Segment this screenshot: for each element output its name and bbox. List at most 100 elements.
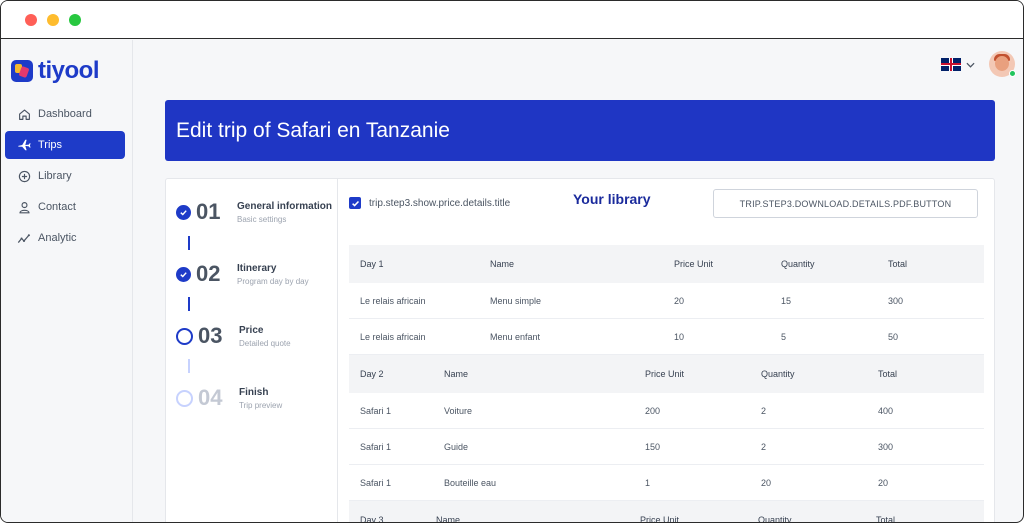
maximize-window-button[interactable]	[69, 14, 81, 26]
column-header: Day 2	[360, 369, 384, 379]
checkbox-checked-icon[interactable]	[349, 197, 361, 209]
column-header: Total	[876, 515, 896, 523]
table-cell: 300	[888, 295, 904, 306]
table-header-row: Day 1 Name Price Unit Quantity Total	[349, 245, 984, 283]
trip-editor-card: 01 General information Basic settings 02…	[165, 178, 995, 523]
price-table: Day 1 Name Price Unit Quantity Total Le …	[349, 245, 984, 523]
nav-label-trips: Trips	[38, 139, 63, 151]
column-header: Day 1	[360, 259, 384, 269]
nav-item-library[interactable]: Library	[5, 162, 125, 190]
nav-label-library: Library	[38, 170, 72, 182]
minimize-window-button[interactable]	[47, 14, 59, 26]
step-connector	[188, 359, 190, 373]
table-header-row: Day 2 Name Price Unit Quantity Total	[349, 355, 984, 393]
step-number: 03	[198, 323, 223, 348]
home-icon	[17, 107, 31, 121]
step-number: 04	[198, 385, 223, 410]
column-header: Price Unit	[640, 515, 680, 523]
table-cell: 20	[878, 477, 889, 488]
brand-name: tiyool	[38, 57, 100, 84]
table-cell: 5	[781, 331, 787, 342]
table-row: Safari 1 Guide 150 2 300	[349, 429, 984, 465]
table-cell: Menu simple	[490, 295, 542, 306]
column-header: Day 3	[360, 515, 384, 523]
nav-item-trips[interactable]: Trips	[5, 131, 125, 159]
table-row: Le relais africain Menu enfant 10 5 50	[349, 319, 984, 355]
table-cell: 20	[674, 295, 685, 306]
step-subtitle: Basic settings	[237, 214, 287, 224]
close-window-button[interactable]	[25, 14, 37, 26]
chart-line-icon	[17, 231, 31, 245]
table-cell: 50	[888, 331, 899, 342]
sidebar: tiyool Dashboard Trips Library Contact A…	[1, 40, 133, 522]
avatar[interactable]	[989, 51, 1016, 77]
step-title: General information	[237, 200, 333, 212]
table-cell: Voiture	[444, 405, 473, 416]
download-pdf-button[interactable]: TRIP.STEP3.DOWNLOAD.DETAILS.PDF.BUTTON	[713, 189, 978, 218]
step-title: Itinerary	[237, 262, 277, 274]
step-connector	[188, 236, 190, 250]
page-header: Edit trip of Safari en Tanzanie	[165, 100, 995, 161]
column-header: Total	[878, 369, 898, 379]
nav-item-dashboard[interactable]: Dashboard	[5, 100, 125, 128]
table-cell: Le relais africain	[360, 295, 426, 306]
table-cell: 200	[645, 405, 661, 416]
column-header: Price Unit	[645, 369, 685, 379]
step-connector	[188, 297, 190, 311]
column-header: Quantity	[761, 369, 795, 379]
column-header: Name	[490, 259, 515, 269]
table-cell: 300	[878, 441, 894, 452]
nav-item-contact[interactable]: Contact	[5, 193, 125, 221]
step-finish[interactable]: 04 Finish Trip preview	[176, 385, 282, 411]
step-number: 02	[196, 261, 221, 286]
step-title: Price	[239, 324, 264, 336]
column-header: Quantity	[758, 515, 792, 523]
table-cell: Guide	[444, 441, 469, 452]
logo-mark-icon	[11, 60, 33, 82]
table-cell: 2	[761, 441, 767, 452]
chevron-down-icon[interactable]	[966, 55, 975, 73]
table-cell: 1	[645, 477, 651, 488]
table-cell: 2	[761, 405, 767, 416]
table-row: Safari 1 Voiture 200 2 400	[349, 393, 984, 429]
nav-item-analytic[interactable]: Analytic	[5, 224, 125, 252]
current-step-circle-icon	[176, 327, 193, 345]
online-status-icon	[1009, 70, 1016, 77]
table-cell: 400	[878, 405, 894, 416]
table-cell: Safari 1	[360, 477, 392, 488]
window-titlebar	[1, 1, 1023, 39]
brand-logo[interactable]: tiyool	[11, 57, 100, 84]
column-header: Total	[888, 259, 908, 269]
checkbox-label: trip.step3.show.price.details.title	[369, 197, 511, 209]
table-row: Safari 1 Bouteille eau 1 20 20	[349, 465, 984, 501]
step-subtitle: Trip preview	[239, 400, 283, 410]
check-circle-icon	[176, 204, 191, 220]
step-price[interactable]: 03 Price Detailed quote	[176, 323, 291, 349]
nav-label-contact: Contact	[38, 201, 76, 213]
check-circle-icon	[176, 266, 191, 282]
price-step-content: trip.step3.show.price.details.title TRIP…	[349, 179, 989, 523]
library-drag-overlay: Your library	[573, 191, 651, 207]
step-general-information[interactable]: 01 General information Basic settings	[176, 199, 332, 225]
table-cell: Safari 1	[360, 405, 392, 416]
column-header: Name	[436, 515, 461, 523]
top-right-controls	[941, 51, 1016, 77]
table-cell: 10	[674, 331, 685, 342]
show-price-details-toggle[interactable]: trip.step3.show.price.details.title	[349, 197, 510, 209]
step-itinerary[interactable]: 02 Itinerary Program day by day	[176, 261, 309, 287]
plane-icon	[17, 138, 31, 152]
step-subtitle: Detailed quote	[239, 338, 291, 348]
user-icon	[17, 200, 31, 214]
table-cell: Bouteille eau	[444, 477, 497, 488]
table-header-row: Day 3 Name Price Unit Quantity Total	[349, 501, 984, 523]
table-cell: 150	[645, 441, 661, 452]
table-cell: Le relais africain	[360, 331, 426, 342]
page-title: Edit trip of Safari en Tanzanie	[176, 118, 450, 142]
pending-step-circle-icon	[176, 389, 193, 407]
table-cell: 15	[781, 295, 792, 306]
nav-label-dashboard: Dashboard	[38, 108, 92, 120]
uk-flag-icon[interactable]	[941, 57, 961, 71]
column-header: Price Unit	[674, 259, 714, 269]
table-cell: Menu enfant	[490, 331, 541, 342]
nav-label-analytic: Analytic	[38, 232, 77, 244]
